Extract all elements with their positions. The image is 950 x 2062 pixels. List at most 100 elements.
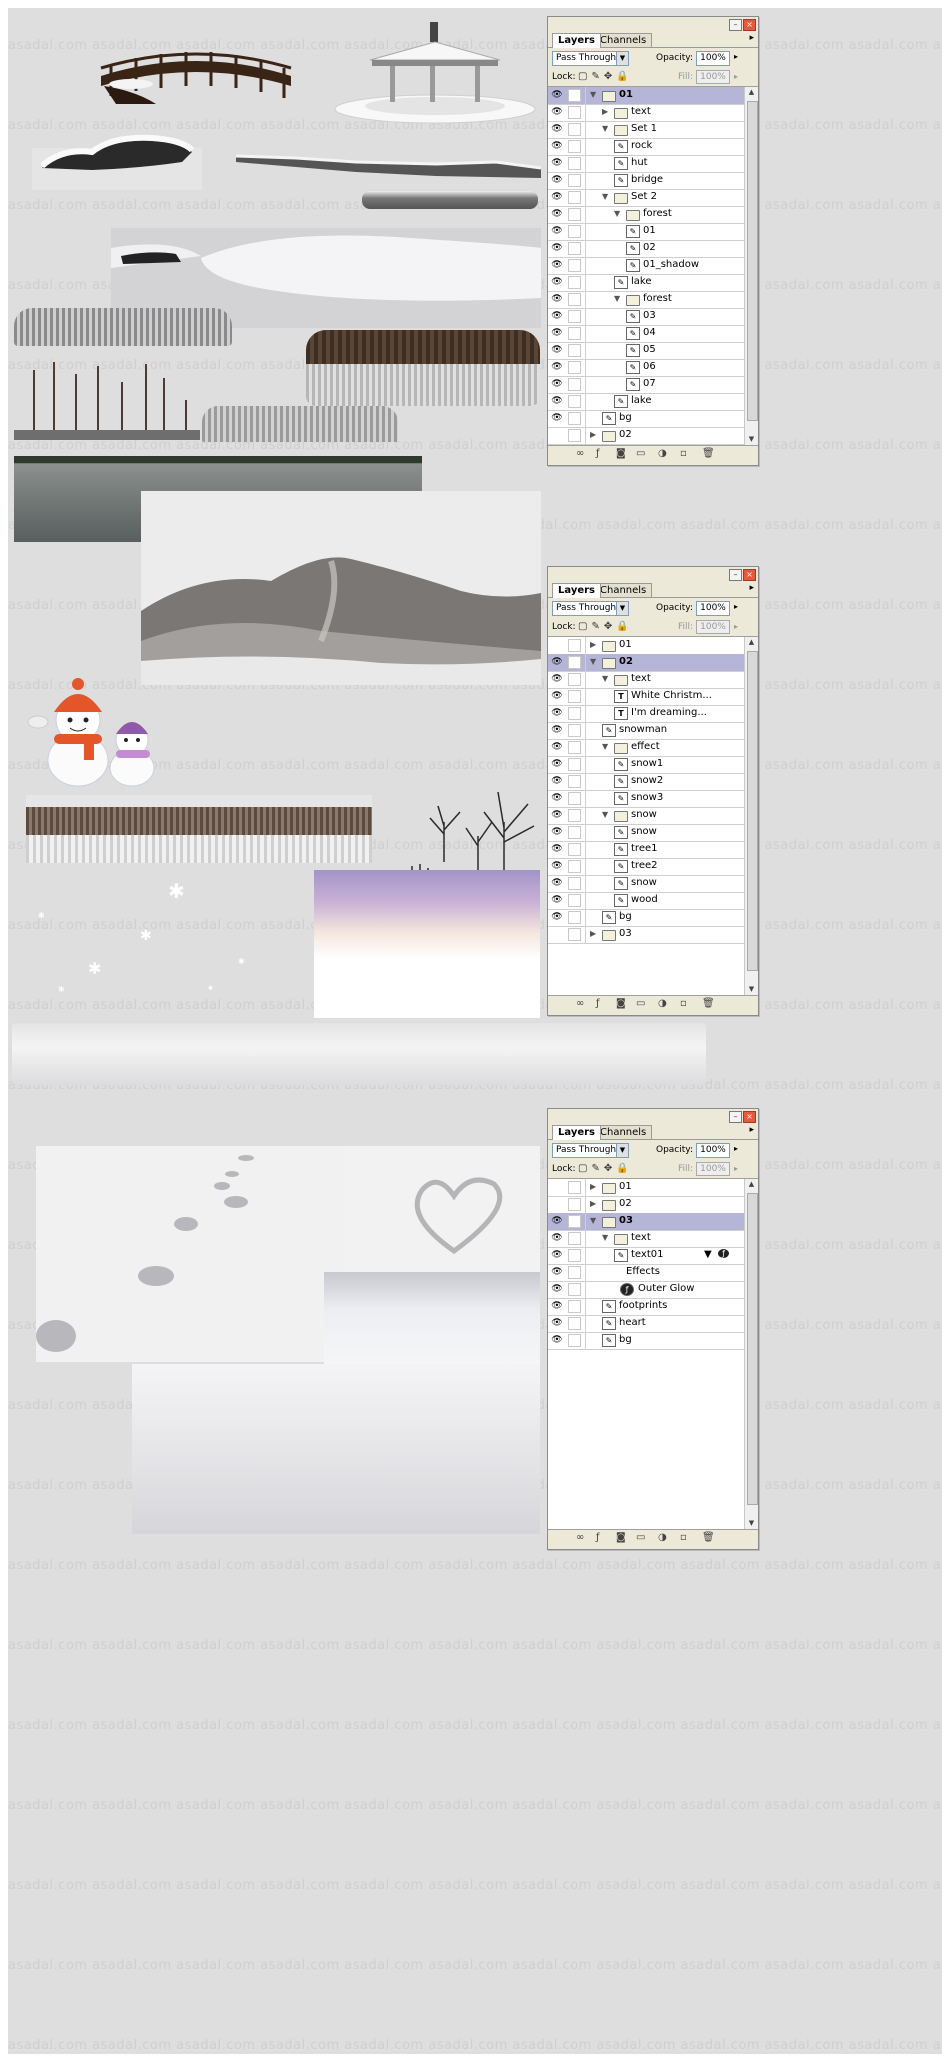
eye-icon[interactable]: 👁 — [551, 276, 563, 288]
link-checkbox[interactable] — [568, 259, 581, 272]
layer-row[interactable]: 👁 ▼ 02 — [548, 654, 744, 672]
link-checkbox[interactable] — [568, 690, 581, 703]
link-checkbox[interactable] — [568, 928, 581, 941]
eye-icon[interactable]: 👁 — [551, 378, 563, 390]
link-checkbox[interactable] — [568, 361, 581, 374]
link-layers-icon[interactable]: ∞ — [576, 998, 584, 1009]
triangle-right-icon[interactable]: ▶ — [602, 107, 608, 116]
eye-icon[interactable]: 👁 — [551, 344, 563, 356]
eye-icon[interactable]: 👁 — [551, 225, 563, 237]
triangle-down-icon[interactable]: ▼ — [614, 209, 620, 218]
link-checkbox[interactable] — [568, 174, 581, 187]
layer-row[interactable]: 👁 ▼ text — [548, 671, 744, 689]
vertical-scrollbar[interactable]: ▲ ▼ — [744, 637, 758, 995]
trash-icon[interactable]: 🗑 — [702, 448, 715, 459]
link-checkbox[interactable] — [568, 877, 581, 890]
eye-hidden-icon[interactable] — [551, 639, 563, 651]
triangle-down-icon[interactable]: ▼ — [602, 810, 608, 819]
eye-icon[interactable]: 👁 — [551, 395, 563, 407]
new-layer-icon[interactable]: ▫ — [680, 998, 687, 1009]
link-checkbox[interactable] — [568, 225, 581, 238]
link-checkbox[interactable] — [568, 1283, 581, 1296]
tab-channels[interactable]: Channels — [594, 1125, 653, 1139]
layer-row[interactable]: 👁 ✎ footprints — [548, 1298, 744, 1316]
opacity-slider-arrow-icon[interactable]: ▸ — [734, 602, 738, 611]
panel-menu-arrow-icon[interactable]: ▸ — [749, 583, 754, 593]
eye-icon[interactable]: 👁 — [551, 843, 563, 855]
scroll-thumb[interactable] — [747, 101, 758, 421]
close-button[interactable]: × — [743, 19, 756, 31]
trash-icon[interactable]: 🗑 — [702, 998, 715, 1009]
link-checkbox[interactable] — [568, 208, 581, 221]
layer-row[interactable]: 👁 ✎ wood — [548, 892, 744, 910]
layer-row[interactable]: 👁 ✎ 01 — [548, 223, 744, 241]
triangle-down-icon[interactable]: ▼ — [614, 294, 620, 303]
chevron-down-icon[interactable]: ▼ — [616, 602, 628, 615]
eye-hidden-icon[interactable] — [551, 928, 563, 940]
triangle-right-icon[interactable]: ▶ — [590, 640, 596, 649]
eye-icon[interactable]: 👁 — [551, 1317, 563, 1329]
link-checkbox[interactable] — [568, 1181, 581, 1194]
scroll-down-arrow-icon[interactable]: ▼ — [746, 984, 757, 995]
scroll-up-arrow-icon[interactable]: ▲ — [746, 1179, 757, 1190]
scroll-thumb[interactable] — [747, 1193, 758, 1505]
link-checkbox[interactable] — [568, 809, 581, 822]
eye-icon[interactable]: 👁 — [551, 174, 563, 186]
fill-input[interactable]: 100% — [696, 70, 730, 84]
new-set-icon[interactable]: ▭ — [636, 1532, 645, 1543]
eye-icon[interactable]: 👁 — [551, 1266, 563, 1278]
layer-row[interactable]: 👁 ✎ 06 — [548, 359, 744, 377]
layer-row[interactable]: 👁 ƒ Outer Glow — [548, 1281, 744, 1299]
link-checkbox[interactable] — [568, 123, 581, 136]
layer-row[interactable]: ▶ 02 — [548, 1196, 744, 1214]
link-checkbox[interactable] — [568, 724, 581, 737]
triangle-down-icon[interactable]: ▼ — [602, 124, 608, 133]
link-checkbox[interactable] — [568, 344, 581, 357]
layer-row[interactable]: 👁 ✎ 01_shadow — [548, 257, 744, 275]
eye-hidden-icon[interactable] — [551, 1181, 563, 1193]
layer-row[interactable]: 👁 ✎ rock — [548, 138, 744, 156]
eye-icon[interactable]: 👁 — [551, 106, 563, 118]
tab-layers[interactable]: Layers — [552, 583, 601, 598]
eye-icon[interactable]: 👁 — [551, 140, 563, 152]
layer-row[interactable]: 👁 ▼ forest — [548, 206, 744, 224]
eye-icon[interactable]: 👁 — [551, 860, 563, 872]
triangle-down-icon[interactable]: ▼ — [602, 742, 608, 751]
triangle-right-icon[interactable]: ▶ — [590, 1199, 596, 1208]
eye-icon[interactable]: 👁 — [551, 724, 563, 736]
tab-layers[interactable]: Layers — [552, 33, 601, 48]
eye-icon[interactable]: 👁 — [551, 741, 563, 753]
layers-panel-3[interactable]: – × Layers Channels ▸ Pass Through ▼ Opacity: 10… — [547, 1108, 759, 1550]
tab-channels[interactable]: Channels — [594, 583, 653, 597]
eye-icon[interactable]: 👁 — [551, 775, 563, 787]
blend-mode-select[interactable]: Pass Through ▼ — [552, 51, 629, 66]
layer-row[interactable]: 👁 ✎ 02 — [548, 240, 744, 258]
layer-row[interactable]: 👁 ✎ 05 — [548, 342, 744, 360]
link-checkbox[interactable] — [568, 1249, 581, 1262]
minimize-button[interactable]: – — [729, 569, 742, 581]
eye-icon[interactable]: 👁 — [551, 1215, 563, 1227]
eye-icon[interactable]: 👁 — [551, 1232, 563, 1244]
link-checkbox[interactable] — [568, 741, 581, 754]
layer-row[interactable]: 👁 T I'm dreaming... — [548, 705, 744, 723]
minimize-button[interactable]: – — [729, 19, 742, 31]
panel-menu-arrow-icon[interactable]: ▸ — [749, 33, 754, 43]
eye-icon[interactable]: 👁 — [551, 293, 563, 305]
link-checkbox[interactable] — [568, 106, 581, 119]
link-checkbox[interactable] — [568, 1266, 581, 1279]
triangle-down-icon[interactable]: ▼ — [590, 1216, 596, 1225]
link-checkbox[interactable] — [568, 293, 581, 306]
scroll-down-arrow-icon[interactable]: ▼ — [746, 1518, 757, 1529]
link-checkbox[interactable] — [568, 775, 581, 788]
eye-icon[interactable]: 👁 — [551, 1283, 563, 1295]
layer-row[interactable]: 👁 Effects — [548, 1264, 744, 1282]
close-button[interactable]: × — [743, 569, 756, 581]
triangle-down-icon[interactable]: ▼ — [590, 657, 596, 666]
new-layer-icon[interactable]: ▫ — [680, 448, 687, 459]
link-layers-icon[interactable]: ∞ — [576, 1532, 584, 1543]
link-checkbox[interactable] — [568, 1232, 581, 1245]
lock-icons[interactable]: ▢✎✥🔒 — [578, 71, 633, 82]
tab-layers[interactable]: Layers — [552, 1125, 601, 1140]
eye-icon[interactable]: 👁 — [551, 877, 563, 889]
link-checkbox[interactable] — [568, 1334, 581, 1347]
